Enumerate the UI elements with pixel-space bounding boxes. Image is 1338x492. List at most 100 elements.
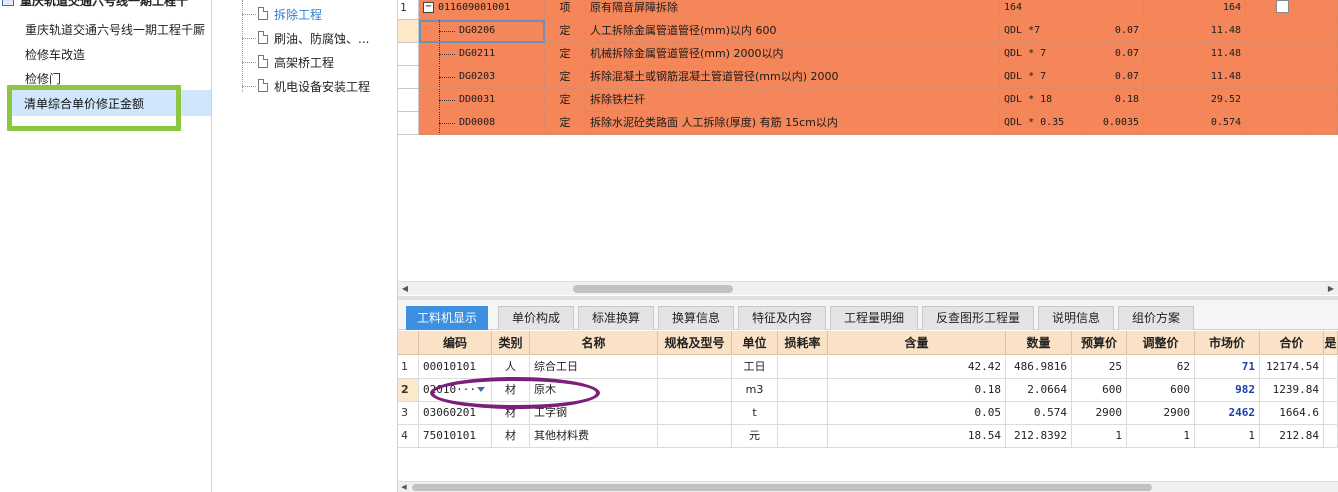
flag-cell[interactable] — [1324, 356, 1338, 379]
loss-rate-cell[interactable] — [778, 425, 828, 448]
loss-rate-cell[interactable] — [778, 356, 828, 379]
quantity-cell[interactable]: 11.48 — [1144, 20, 1246, 43]
quantity-cell[interactable]: 164 — [1144, 0, 1246, 20]
code-cell[interactable]: DG0203 — [419, 66, 545, 89]
checkbox[interactable] — [1276, 0, 1289, 13]
column-header-unit[interactable]: 单位 — [732, 331, 778, 355]
type-cell[interactable]: 定 — [545, 43, 586, 66]
spec-cell[interactable] — [658, 379, 732, 402]
scroll-left-icon[interactable]: ◀ — [399, 283, 411, 295]
spec-cell[interactable] — [658, 402, 732, 425]
content-cell[interactable]: 0.18 — [1086, 89, 1144, 112]
table-row[interactable]: DG0203 定 拆除混凝土或钢筋混凝土管道管径(mm以内) 2000 QDL … — [398, 66, 1338, 89]
tab-standard-conversion[interactable]: 标准换算 — [578, 306, 654, 330]
name-cell[interactable]: 拆除铁栏杆 — [586, 89, 1000, 112]
tab-unit-price-composition[interactable]: 单价构成 — [498, 306, 574, 330]
loss-rate-cell[interactable] — [778, 379, 828, 402]
unit-cell[interactable]: m3 — [732, 379, 778, 402]
spec-cell[interactable] — [658, 356, 732, 379]
top-horizontal-scrollbar[interactable]: ◀ ▶ — [398, 281, 1338, 295]
content-cell[interactable]: 0.07 — [1086, 66, 1144, 89]
quantity-expr-cell[interactable]: QDL *7 — [1000, 20, 1086, 43]
flag-cell[interactable] — [1324, 425, 1338, 448]
total-cell[interactable]: 1239.84 — [1260, 379, 1324, 402]
project-tree-item[interactable]: 重庆轨道交通六号线一期工程千厮 — [25, 21, 205, 38]
content-cell[interactable]: 0.18 — [828, 379, 1006, 402]
column-header-loss-rate[interactable]: 损耗率 — [778, 331, 828, 355]
tab-conversion-info[interactable]: 换算信息 — [658, 306, 734, 330]
type-cell[interactable]: 定 — [545, 20, 586, 43]
name-cell[interactable]: 人工拆除金属管道管径(mm)以内 600 — [586, 20, 1000, 43]
quantity-cell[interactable]: 0.574 — [1144, 112, 1246, 135]
project-tree-root[interactable]: 重庆轨道交通六号线一期工程十 — [20, 0, 188, 9]
tab-reverse-lookup[interactable]: 反查图形工程量 — [922, 306, 1034, 330]
quantity-expr-cell[interactable]: QDL * 18 — [1000, 89, 1086, 112]
column-header-market-price[interactable]: 市场价 — [1195, 331, 1260, 355]
name-cell[interactable]: 原有隔音屏障拆除 — [586, 0, 1000, 20]
category-cell[interactable]: 材 — [492, 379, 530, 402]
type-cell[interactable]: 定 — [545, 89, 586, 112]
content-cell[interactable]: 0.0035 — [1086, 112, 1144, 135]
name-cell[interactable]: 拆除混凝土或钢筋混凝土管道管径(mm以内) 2000 — [586, 66, 1000, 89]
column-header-budget-price[interactable]: 预算价 — [1072, 331, 1127, 355]
code-cell[interactable]: −011609001001 — [419, 0, 545, 20]
unit-cell[interactable]: 元 — [732, 425, 778, 448]
name-cell[interactable]: 其他材料费 — [530, 425, 658, 448]
quantity-expr-cell[interactable]: QDL * 0.35 — [1000, 112, 1086, 135]
budget-price-cell[interactable]: 600 — [1072, 379, 1127, 402]
market-price-cell[interactable]: 982 — [1195, 379, 1260, 402]
column-header-quantity[interactable]: 数量 — [1006, 331, 1072, 355]
category-cell[interactable]: 材 — [492, 425, 530, 448]
scroll-thumb[interactable] — [412, 484, 1152, 491]
adjusted-price-cell[interactable]: 1 — [1127, 425, 1195, 448]
flag-cell[interactable] — [1324, 379, 1338, 402]
category-cell[interactable]: 人 — [492, 356, 530, 379]
content-cell[interactable]: 0.05 — [828, 402, 1006, 425]
budget-price-cell[interactable]: 1 — [1072, 425, 1127, 448]
content-cell[interactable]: 0.07 — [1086, 43, 1144, 66]
quantity-cell[interactable]: 0.574 — [1006, 402, 1072, 425]
market-price-cell[interactable]: 71 — [1195, 356, 1260, 379]
flag-cell[interactable] — [1246, 0, 1310, 20]
code-cell[interactable]: 03060201 — [419, 402, 492, 425]
flag-cell[interactable] — [1246, 89, 1310, 112]
quantity-cell[interactable]: 486.9816 — [1006, 356, 1072, 379]
adjusted-price-cell[interactable]: 600 — [1127, 379, 1195, 402]
content-cell[interactable] — [1086, 0, 1144, 20]
total-cell[interactable]: 212.84 — [1260, 425, 1324, 448]
unit-cell[interactable]: 工日 — [732, 356, 778, 379]
name-cell[interactable]: 综合工日 — [530, 356, 658, 379]
column-header-adjusted-price[interactable]: 调整价 — [1127, 331, 1195, 355]
unit-cell[interactable]: t — [732, 402, 778, 425]
table-row[interactable]: DG0211 定 机械拆除金属管道管径(mm) 2000以内 QDL * 7 0… — [398, 43, 1338, 66]
tab-labor-material-machine[interactable]: 工料机显示 — [406, 306, 488, 330]
table-row[interactable]: 1 −011609001001 项 原有隔音屏障拆除 164 164 — [398, 0, 1338, 20]
category-cell[interactable]: 材 — [492, 402, 530, 425]
dropdown-icon[interactable] — [477, 387, 485, 392]
flag-cell[interactable] — [1324, 402, 1338, 425]
budget-price-cell[interactable]: 2900 — [1072, 402, 1127, 425]
name-cell[interactable]: 机械拆除金属管道管径(mm) 2000以内 — [586, 43, 1000, 66]
adjusted-price-cell[interactable]: 62 — [1127, 356, 1195, 379]
project-tree-item[interactable]: 检修车改造 — [25, 46, 85, 63]
quantity-cell[interactable]: 11.48 — [1144, 66, 1246, 89]
budget-price-cell[interactable]: 25 — [1072, 356, 1127, 379]
name-cell[interactable]: 拆除水泥砼类路面 人工拆除(厚度) 有筋 15cm以内 — [586, 112, 1000, 135]
column-header-name[interactable]: 名称 — [530, 331, 658, 355]
content-cell[interactable]: 18.54 — [828, 425, 1006, 448]
flag-cell[interactable] — [1246, 20, 1310, 43]
collapse-icon[interactable]: − — [423, 1, 434, 13]
table-row[interactable]: DD0031 定 拆除铁栏杆 QDL * 18 0.18 29.52 — [398, 89, 1338, 112]
bottom-horizontal-scrollbar[interactable]: ◀ — [398, 481, 1338, 492]
quantity-cell[interactable]: 2.0664 — [1006, 379, 1072, 402]
market-price-cell[interactable]: 2462 — [1195, 402, 1260, 425]
flag-cell[interactable] — [1246, 112, 1310, 135]
table-row[interactable]: DD0008 定 拆除水泥砼类路面 人工拆除(厚度) 有筋 15cm以内 QDL… — [398, 112, 1338, 135]
tab-description[interactable]: 说明信息 — [1038, 306, 1114, 330]
quantity-cell[interactable]: 29.52 — [1144, 89, 1246, 112]
scroll-thumb[interactable] — [573, 285, 733, 293]
name-cell[interactable]: 原木 — [530, 379, 658, 402]
total-cell[interactable]: 1664.6 — [1260, 402, 1324, 425]
scroll-right-icon[interactable]: ▶ — [1325, 283, 1337, 295]
type-cell[interactable]: 定 — [545, 66, 586, 89]
